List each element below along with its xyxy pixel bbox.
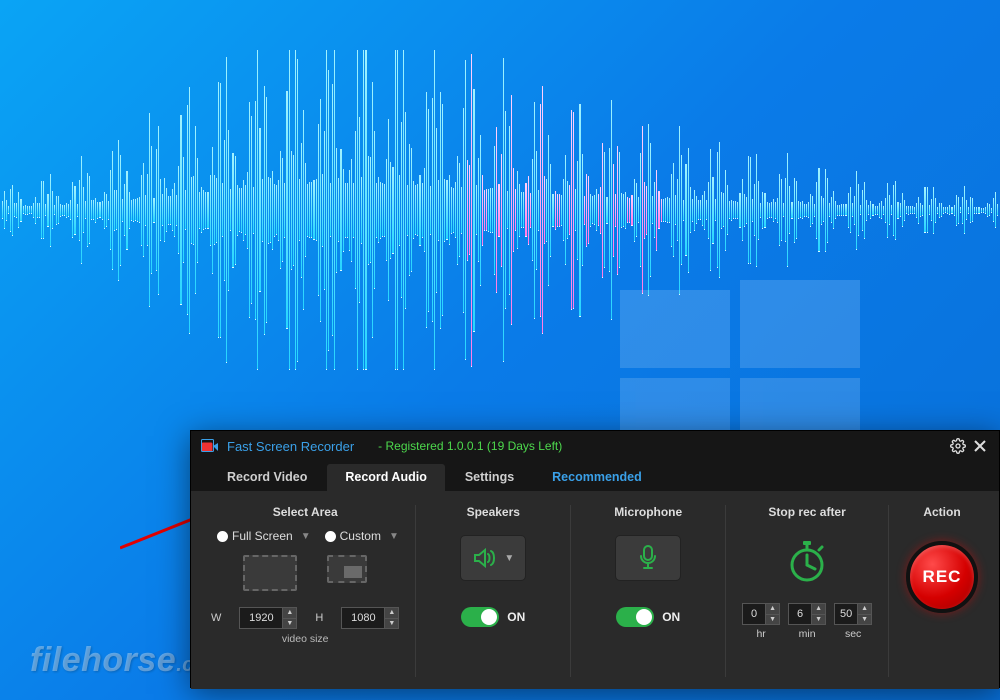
height-input[interactable]: ▲▼ — [341, 607, 399, 629]
record-button[interactable]: REC — [906, 541, 978, 613]
width-input-field[interactable] — [240, 608, 282, 628]
chevron-down-icon[interactable]: ▼ — [389, 531, 399, 542]
width-input[interactable]: ▲▼ — [239, 607, 297, 629]
microphone-heading: Microphone — [614, 505, 682, 519]
width-step-down[interactable]: ▼ — [282, 619, 296, 629]
main-panel: Select Area Full Screen▼ Custom▼ W ▲▼ — [191, 491, 999, 689]
app-logo-icon — [201, 438, 219, 454]
watermark-name: filehorse — [30, 641, 176, 679]
settings-gear-icon[interactable] — [947, 435, 969, 457]
seconds-unit-label: sec — [845, 628, 861, 640]
video-size-label: video size — [282, 633, 329, 645]
height-label: H — [315, 612, 323, 624]
seconds-up[interactable]: ▲ — [857, 604, 871, 615]
action-heading: Action — [923, 505, 960, 519]
radio-full-screen-label: Full Screen — [232, 529, 293, 543]
minutes-down[interactable]: ▼ — [811, 615, 825, 625]
radio-custom[interactable]: Custom ▼ — [325, 529, 399, 543]
hours-input[interactable]: ▲▼ — [742, 603, 780, 625]
section-action: Action REC — [897, 501, 987, 681]
seconds-field[interactable] — [835, 604, 857, 624]
section-stop-after: Stop rec after ▲▼ hr ▲▼ min ▲▼ sec — [734, 501, 880, 681]
minutes-field[interactable] — [789, 604, 811, 624]
microphone-device-button[interactable] — [615, 535, 681, 581]
speakers-toggle-label: ON — [507, 610, 525, 624]
stopwatch-icon — [779, 533, 835, 589]
height-input-field[interactable] — [342, 608, 384, 628]
tab-bar: Record Video Record Audio Settings Recom… — [191, 461, 999, 491]
registration-status: - Registered 1.0.0.1 (19 Days Left) — [378, 439, 562, 453]
chevron-down-icon: ▼ — [504, 553, 514, 564]
minutes-input[interactable]: ▲▼ — [788, 603, 826, 625]
app-title: Fast Screen Recorder — [227, 439, 354, 454]
tab-settings[interactable]: Settings — [447, 464, 532, 491]
speakers-toggle[interactable]: ON — [461, 607, 525, 627]
microphone-toggle-label: ON — [662, 610, 680, 624]
titlebar[interactable]: Fast Screen Recorder - Registered 1.0.0.… — [191, 431, 999, 461]
section-select-area: Select Area Full Screen▼ Custom▼ W ▲▼ — [203, 501, 407, 681]
fullscreen-preview-icon[interactable] — [243, 555, 297, 591]
hours-unit-label: hr — [756, 628, 765, 640]
speaker-icon — [472, 546, 498, 570]
section-speakers: Speakers ▼ ON — [424, 501, 562, 681]
width-label: W — [211, 612, 221, 624]
height-step-down[interactable]: ▼ — [384, 619, 398, 629]
seconds-input[interactable]: ▲▼ — [834, 603, 872, 625]
seconds-down[interactable]: ▼ — [857, 615, 871, 625]
record-button-label: REC — [923, 567, 962, 587]
minutes-up[interactable]: ▲ — [811, 604, 825, 615]
radio-custom-label: Custom — [340, 529, 381, 543]
hours-down[interactable]: ▼ — [765, 615, 779, 625]
hours-up[interactable]: ▲ — [765, 604, 779, 615]
hours-field[interactable] — [743, 604, 765, 624]
chevron-down-icon[interactable]: ▼ — [301, 531, 311, 542]
width-step-up[interactable]: ▲ — [282, 608, 296, 619]
close-icon[interactable] — [969, 435, 991, 457]
speakers-device-button[interactable]: ▼ — [460, 535, 526, 581]
minutes-unit-label: min — [799, 628, 816, 640]
microphone-icon — [636, 544, 660, 572]
tab-record-video[interactable]: Record Video — [209, 464, 325, 491]
microphone-toggle[interactable]: ON — [616, 607, 680, 627]
select-area-heading: Select Area — [273, 505, 338, 519]
custom-preview-icon[interactable] — [327, 555, 367, 583]
radio-full-screen[interactable]: Full Screen ▼ — [217, 529, 311, 543]
app-window: Fast Screen Recorder - Registered 1.0.0.… — [190, 430, 1000, 688]
tab-recommended[interactable]: Recommended — [534, 464, 660, 491]
speakers-heading: Speakers — [467, 505, 520, 519]
height-step-up[interactable]: ▲ — [384, 608, 398, 619]
tab-record-audio[interactable]: Record Audio — [327, 464, 444, 491]
section-microphone: Microphone ON — [579, 501, 717, 681]
stop-after-heading: Stop rec after — [768, 505, 845, 519]
